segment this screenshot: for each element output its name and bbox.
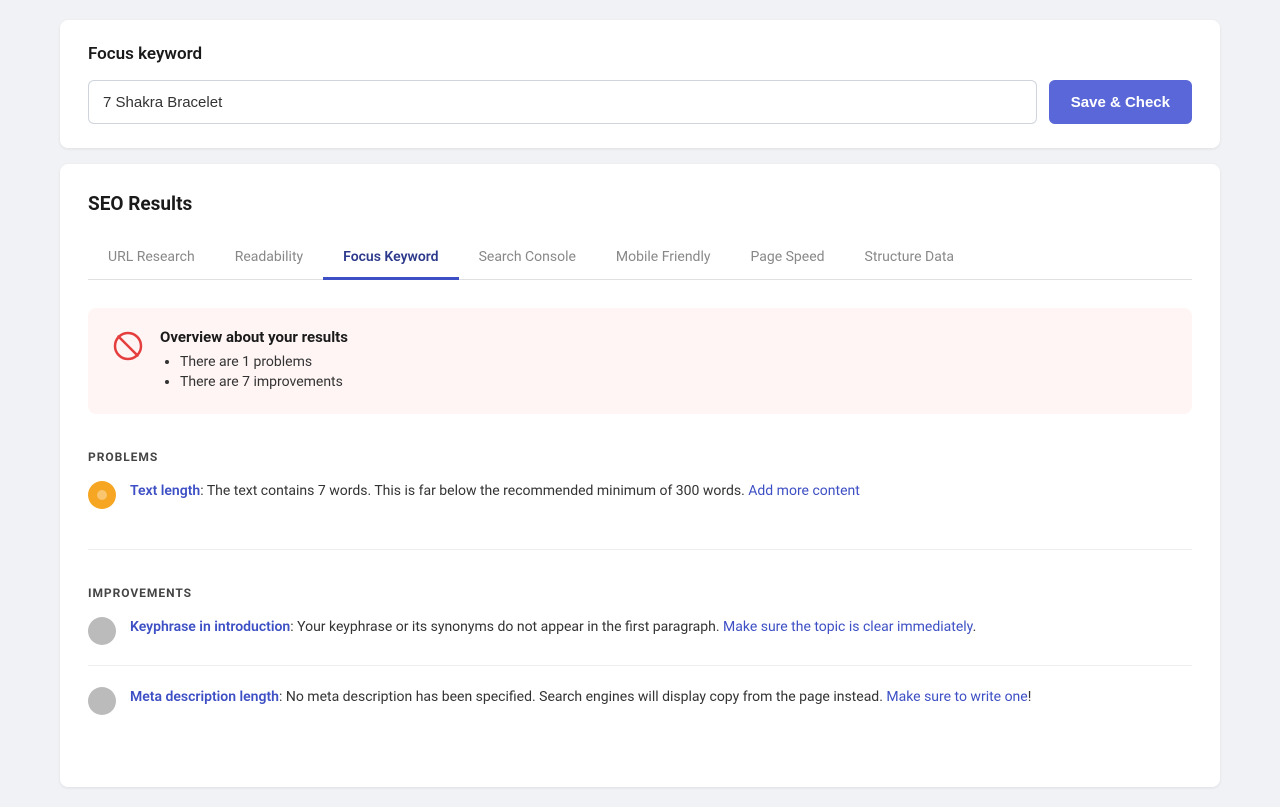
improvement-item-meta-desc-length: Meta description length: No meta descrip… — [88, 686, 1192, 735]
tab-search-console[interactable]: Search Console — [459, 239, 596, 280]
improvement-link-keyphrase-intro[interactable]: Make sure the topic is clear immediately — [723, 619, 973, 635]
save-check-button[interactable]: Save & Check — [1049, 80, 1192, 124]
overview-list-item: There are 1 problems — [180, 354, 348, 370]
improvement-item-keyphrase-intro: Keyphrase in introduction: Your keyphras… — [88, 616, 1192, 666]
problem-text-text-length: Text length: The text contains 7 words. … — [130, 480, 860, 502]
seo-results-title: SEO Results — [88, 192, 1192, 215]
improvement-link-meta-desc-length[interactable]: Make sure to write one — [886, 689, 1027, 705]
problems-container: Text length: The text contains 7 words. … — [88, 480, 1192, 529]
improvement-text-keyphrase-intro: Keyphrase in introduction: Your keyphras… — [130, 616, 976, 638]
improvement-keyword-meta-desc-length: Meta description length — [130, 689, 279, 705]
tab-url-research[interactable]: URL Research — [88, 239, 215, 280]
tab-mobile-friendly[interactable]: Mobile Friendly — [596, 239, 731, 280]
tab-readability[interactable]: Readability — [215, 239, 323, 280]
focus-keyword-input[interactable] — [88, 80, 1037, 124]
focus-keyword-section: Focus keyword Save & Check — [60, 20, 1220, 148]
problem-link-text-length[interactable]: Add more content — [748, 483, 860, 499]
tab-page-speed[interactable]: Page Speed — [730, 239, 844, 280]
seo-results-section: SEO Results URL ResearchReadabilityFocus… — [60, 164, 1220, 787]
ban-icon — [112, 330, 144, 362]
problems-label: PROBLEMS — [88, 450, 1192, 464]
improvement-keyword-keyphrase-intro: Keyphrase in introduction — [130, 619, 290, 635]
improvement-icon-meta-desc-length — [88, 687, 116, 715]
overview-content: Overview about your results There are 1 … — [160, 328, 348, 394]
improvement-text-meta-desc-length: Meta description length: No meta descrip… — [130, 686, 1031, 708]
tab-focus-keyword[interactable]: Focus Keyword — [323, 239, 458, 280]
improvements-container: Keyphrase in introduction: Your keyphras… — [88, 616, 1192, 735]
improvement-icon-keyphrase-intro — [88, 617, 116, 645]
focus-keyword-title: Focus keyword — [88, 44, 1192, 64]
overview-list: There are 1 problems There are 7 improvem… — [160, 354, 348, 390]
focus-keyword-row: Save & Check — [88, 80, 1192, 124]
improvements-label: IMPROVEMENTS — [88, 586, 1192, 600]
tabs-bar: URL ResearchReadabilityFocus KeywordSear… — [88, 239, 1192, 280]
problem-keyword-text-length: Text length — [130, 483, 200, 499]
problem-item-text-length: Text length: The text contains 7 words. … — [88, 480, 1192, 529]
tab-structure-data[interactable]: Structure Data — [845, 239, 975, 280]
overview-heading: Overview about your results — [160, 328, 348, 346]
overview-list-item: There are 7 improvements — [180, 374, 348, 390]
overview-box: Overview about your results There are 1 … — [88, 308, 1192, 414]
problem-icon-text-length — [88, 481, 116, 509]
